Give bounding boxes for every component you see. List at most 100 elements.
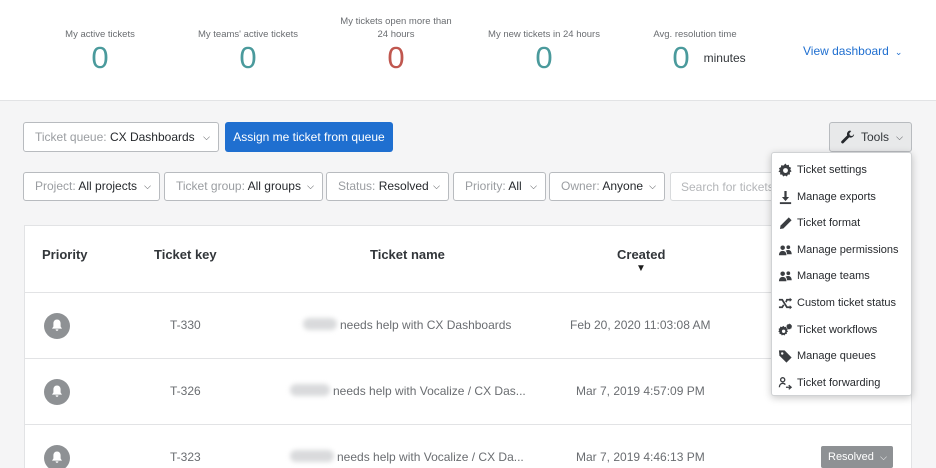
stat-unit: minutes (703, 51, 746, 65)
priority-icon (44, 445, 70, 468)
menu-item-label: Custom ticket status (797, 296, 897, 309)
chevron-down-icon: ⌵ (433, 181, 440, 191)
wrench-icon (841, 130, 855, 144)
team-icon (778, 271, 792, 282)
filter-project[interactable]: Project: All projects ⌵ (23, 172, 160, 201)
column-header-created[interactable]: Created (617, 247, 665, 262)
stat-value: 0 minutes (640, 41, 750, 75)
redacted-name (303, 318, 337, 330)
chevron-down-icon: ⌵ (880, 452, 887, 462)
ticket-key: T-323 (170, 450, 201, 464)
view-dashboard-label: View dashboard (803, 44, 889, 58)
tools-menu: Ticket settings Manage exports Ticket fo… (771, 152, 912, 396)
gears-icon (778, 323, 793, 336)
chevron-down-icon: ⌵ (307, 181, 314, 191)
chevron-down-icon: ⌵ (530, 181, 537, 191)
tools-button[interactable]: Tools ⌵ (829, 122, 912, 152)
menu-item-ticket-settings[interactable]: Ticket settings (772, 158, 911, 185)
filter-label: Project: (35, 179, 76, 193)
ticket-queue-value: CX Dashboards (109, 130, 195, 144)
filter-label: Ticket group: (176, 179, 245, 193)
menu-item-ticket-forwarding[interactable]: Ticket forwarding (772, 371, 911, 398)
column-header-ticket-name[interactable]: Ticket name (370, 247, 445, 262)
stat-number: 0 (672, 40, 690, 75)
filter-ticket-group[interactable]: Ticket group: All groups ⌵ (164, 172, 323, 201)
menu-item-label: Ticket workflows (797, 323, 878, 336)
gear-icon (778, 163, 792, 177)
bell-icon (52, 451, 62, 463)
filter-label: Priority: (465, 179, 506, 193)
ticket-name[interactable]: needs help with Vocalize / CX Da... (290, 450, 524, 464)
bell-icon (52, 319, 62, 331)
filter-label: Status: (338, 179, 376, 193)
filter-value: Resolved (378, 179, 429, 193)
bell-icon (52, 385, 62, 397)
chevron-down-icon: ⌵ (203, 132, 210, 142)
stat-value: 0 (535, 40, 553, 75)
menu-item-ticket-format[interactable]: Ticket format (772, 211, 911, 238)
menu-item-label: Manage permissions (797, 243, 899, 256)
menu-item-label: Manage teams (797, 270, 870, 283)
chevron-down-icon: ⌄ (894, 47, 903, 57)
search-input[interactable] (670, 172, 780, 201)
stats-bar: My active tickets 0 My teams' active tic… (0, 0, 936, 101)
stat-value: 0 (91, 40, 109, 75)
status-dropdown[interactable]: Resolved ⌵ (821, 446, 893, 468)
stat-open-over-24h[interactable]: My tickets open more than 24 hours 0 (336, 15, 456, 75)
status-label: Resolved (828, 451, 874, 463)
menu-item-custom-ticket-status[interactable]: Custom ticket status (772, 291, 911, 318)
stat-teams-active-tickets[interactable]: My teams' active tickets 0 (186, 28, 310, 75)
ticket-name-text: needs help with CX Dashboards (340, 318, 512, 332)
table-row[interactable]: T-323 needs help with Vocalize / CX Da..… (25, 424, 911, 468)
forward-icon (778, 376, 793, 390)
filter-priority[interactable]: Priority: All ⌵ (453, 172, 546, 201)
ticket-key: T-330 (170, 318, 201, 332)
menu-item-label: Ticket settings (797, 164, 867, 176)
tags-icon (778, 350, 792, 363)
menu-item-ticket-workflows[interactable]: Ticket workflows (772, 318, 911, 345)
filter-value: All projects (78, 179, 138, 193)
sort-descending-icon[interactable]: ▼ (636, 263, 646, 274)
menu-item-manage-exports[interactable]: Manage exports (772, 185, 911, 212)
chevron-down-icon: ⌵ (649, 181, 656, 191)
stat-label: My tickets open more than 24 hours (340, 16, 452, 40)
ticket-name-text: needs help with Vocalize / CX Das... (333, 384, 526, 398)
column-header-ticket-key[interactable]: Ticket key (154, 247, 217, 262)
download-icon (779, 190, 792, 204)
menu-item-manage-teams[interactable]: Manage teams (772, 264, 911, 291)
filter-value: All groups (247, 179, 301, 193)
ticket-created: Mar 7, 2019 4:46:13 PM (576, 450, 705, 464)
ticket-name[interactable]: needs help with CX Dashboards (303, 318, 511, 332)
menu-item-manage-queues[interactable]: Manage queues (772, 344, 911, 371)
stat-my-active-tickets[interactable]: My active tickets 0 (45, 28, 155, 75)
stat-avg-resolution-time[interactable]: Avg. resolution time 0 minutes (640, 28, 750, 75)
shuffle-icon (778, 297, 793, 310)
ticket-name[interactable]: needs help with Vocalize / CX Das... (290, 384, 526, 398)
filter-value: All (508, 179, 522, 193)
ticket-queue-select[interactable]: Ticket queue: CX Dashboards ⌵ (23, 122, 219, 152)
view-dashboard-link[interactable]: View dashboard ⌄ (803, 44, 902, 58)
priority-icon (44, 313, 70, 339)
priority-icon (44, 379, 70, 405)
ticket-created: Mar 7, 2019 4:57:09 PM (576, 384, 705, 398)
ticket-name-text: needs help with Vocalize / CX Da... (337, 450, 524, 464)
stat-new-in-24h[interactable]: My new tickets in 24 hours 0 (484, 28, 604, 75)
stat-label: Avg. resolution time (653, 29, 737, 40)
tools-label: Tools (861, 130, 890, 144)
assign-ticket-button[interactable]: Assign me ticket from queue (225, 122, 393, 152)
filter-status[interactable]: Status: Resolved ⌵ (326, 172, 449, 201)
chevron-down-icon: ⌵ (896, 132, 903, 142)
menu-item-manage-permissions[interactable]: Manage permissions (772, 238, 911, 265)
redacted-name (290, 450, 334, 462)
column-header-priority[interactable]: Priority (42, 247, 88, 262)
filter-owner[interactable]: Owner: Anyone ⌵ (549, 172, 665, 201)
ticket-key: T-326 (170, 384, 201, 398)
stat-value: 0 (239, 40, 257, 75)
ticket-created: Feb 20, 2020 11:03:08 AM (570, 318, 711, 332)
ticket-queue-label: Ticket queue: (35, 130, 107, 144)
stat-value: 0 (387, 40, 405, 75)
menu-item-label: Ticket forwarding (797, 376, 881, 389)
users-icon (778, 245, 792, 255)
pencil-icon (779, 217, 792, 230)
chevron-down-icon: ⌵ (144, 181, 151, 191)
